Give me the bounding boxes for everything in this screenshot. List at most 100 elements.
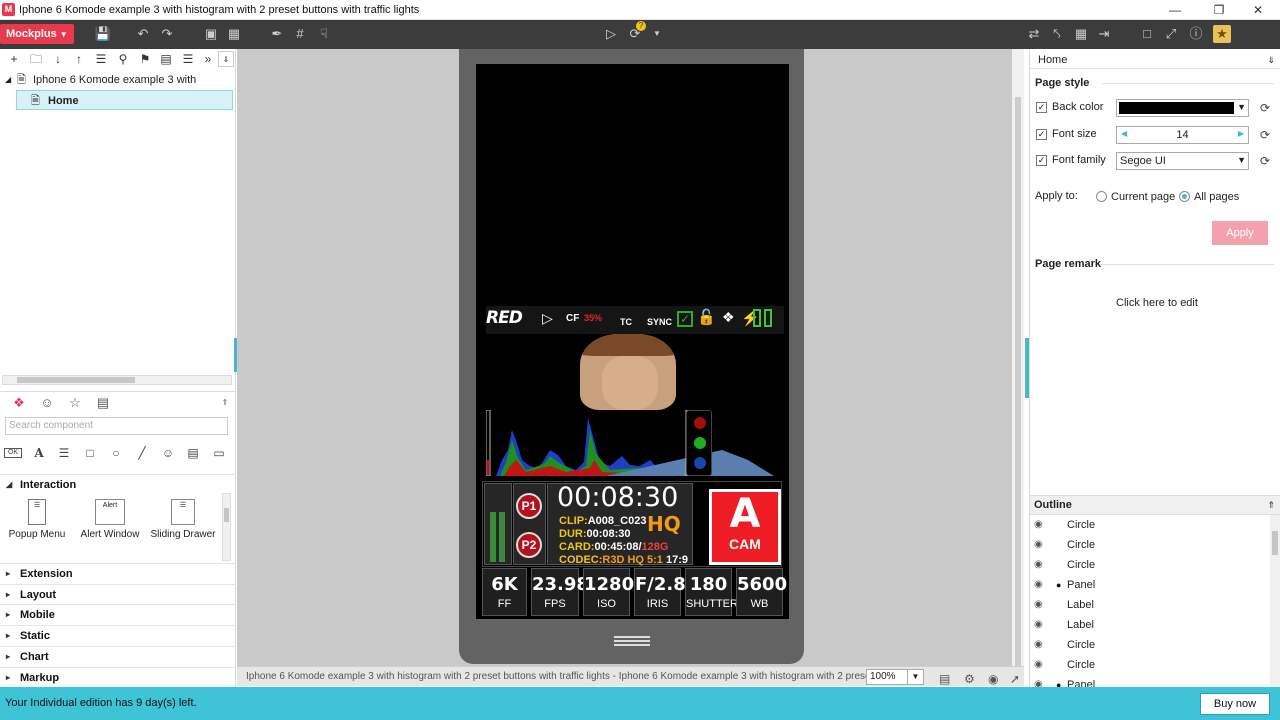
preset-1-button[interactable]: P1	[516, 493, 542, 519]
back-color-checkbox[interactable]: ✓	[1036, 102, 1047, 113]
settings-icon[interactable]: ⚙	[964, 669, 975, 689]
chevron-down-icon[interactable]: ▼	[648, 25, 666, 43]
section-layout[interactable]: ▸ Layout	[0, 584, 236, 604]
outline-row[interactable]: ◉ ● Panel	[1030, 575, 1270, 595]
text-shape-icon[interactable]: A	[30, 445, 48, 461]
line-shape-icon[interactable]: ╱	[133, 445, 151, 461]
input-shape-icon[interactable]: ▭	[210, 445, 228, 461]
eye-icon[interactable]: ◉	[1034, 555, 1043, 575]
format-brush-icon[interactable]: ✒	[268, 25, 286, 43]
increment-icon[interactable]: ▶	[1238, 129, 1244, 138]
templates-tab-icon[interactable]: ▤	[94, 395, 112, 411]
circle-shape-icon[interactable]: ○	[107, 445, 125, 461]
preview-play-icon[interactable]: ▷	[602, 25, 620, 43]
save-icon[interactable]: 💾	[94, 25, 112, 43]
remark-edit-area[interactable]: Click here to edit	[1116, 297, 1198, 309]
chevron-down-icon[interactable]: ▼	[907, 670, 923, 684]
eye-icon[interactable]: ◉	[1034, 575, 1043, 595]
component-library-icon[interactable]: ▦	[1072, 25, 1090, 43]
eye-icon[interactable]: ◉	[1034, 595, 1043, 615]
add-folder-icon[interactable]: 🗀	[28, 51, 44, 67]
help-icon[interactable]: ⓘ	[1187, 25, 1205, 43]
sliding-drawer-component[interactable]: ☰ Sliding Drawer	[148, 499, 218, 540]
phone-screen[interactable]: RED ▷ CF 35% TC SYNC ✓ 🔓 ❖ ⚡ P1 P2 00:08…	[476, 64, 789, 619]
undo-icon[interactable]: ↶	[134, 25, 152, 43]
move-up-icon[interactable]: ↑	[71, 51, 87, 67]
canvas-scroll-thumb[interactable]	[1015, 97, 1021, 685]
chevron-down-icon[interactable]: ◢	[5, 70, 11, 90]
reset-icon[interactable]: ⟳	[1258, 128, 1272, 142]
search-component-input[interactable]: Search component	[5, 417, 228, 435]
design-canvas[interactable]: RED ▷ CF 35% TC SYNC ✓ 🔓 ❖ ⚡ P1 P2 00:08…	[237, 49, 1012, 666]
collapse-icon[interactable]: ⇑	[216, 395, 234, 411]
all-pages-radio[interactable]	[1179, 191, 1190, 202]
section-mobile[interactable]: ▸ Mobile	[0, 604, 236, 624]
font-family-select[interactable]: Segoe UI ▼	[1116, 152, 1249, 170]
stat-iso[interactable]: 1280 ISO	[583, 568, 634, 616]
canvas-scrollbar[interactable]	[1012, 49, 1024, 685]
stat-shutter[interactable]: 180 SHUTTER	[685, 568, 738, 616]
sitemap-icon[interactable]: ☰	[93, 51, 109, 67]
eye-icon[interactable]: ◉	[1034, 655, 1043, 675]
reset-icon[interactable]: ⟳	[1258, 101, 1272, 115]
icons-tab-icon[interactable]: ☺	[38, 395, 56, 411]
stat-resolution[interactable]: 6K FF	[482, 568, 527, 616]
font-size-checkbox[interactable]: ✓	[1036, 129, 1047, 140]
page-home[interactable]: 🗎 Home	[16, 90, 233, 110]
collapse-icon[interactable]: ⇑	[1267, 496, 1275, 514]
restore-icon[interactable]: ❐	[1204, 2, 1234, 18]
preset-2-button[interactable]: P2	[516, 532, 542, 558]
notification-icon[interactable]: ★	[1213, 25, 1231, 43]
tree-scroll-thumb[interactable]	[17, 377, 135, 383]
eye-icon[interactable]: ◉	[1034, 535, 1043, 555]
add-page-icon[interactable]: +	[6, 51, 22, 67]
section-interaction[interactable]: ◢ Interaction	[0, 474, 236, 494]
collapse-icon[interactable]: ⇓	[1267, 51, 1275, 69]
swap-icon[interactable]: ⇄	[1025, 25, 1043, 43]
minimize-icon[interactable]: —	[1160, 2, 1190, 18]
outline-row[interactable]: ◉ Circle	[1030, 555, 1270, 575]
ungroup-icon[interactable]: ▦	[225, 25, 243, 43]
window-mode-icon[interactable]: □	[1138, 25, 1156, 43]
favorites-tab-icon[interactable]: ☆	[66, 395, 84, 411]
button-shape-icon[interactable]: OK	[4, 448, 22, 458]
font-family-checkbox[interactable]: ✓	[1036, 155, 1047, 166]
eye-icon[interactable]: ◉	[988, 669, 998, 689]
eye-icon[interactable]: ◉	[1034, 515, 1043, 535]
search-icon[interactable]: ⚲	[115, 51, 131, 67]
outline-row[interactable]: ◉ Label	[1030, 595, 1270, 615]
font-size-stepper[interactable]: ◀ 14 ▶	[1116, 126, 1249, 144]
menu-lines-icon[interactable]	[614, 636, 650, 646]
share-icon[interactable]: ⤣	[1048, 25, 1066, 43]
apply-button[interactable]: Apply	[1212, 221, 1268, 245]
export-icon[interactable]: ⇥	[1095, 25, 1113, 43]
back-color-picker[interactable]: ▼	[1116, 99, 1249, 117]
outline-scroll-thumb[interactable]	[1272, 531, 1278, 555]
outline-scrollbar[interactable]	[1270, 515, 1280, 687]
interaction-icon[interactable]: ☟	[315, 25, 333, 43]
reset-icon[interactable]: ⟳	[1258, 154, 1272, 168]
popup-menu-component[interactable]: ☰ Popup Menu	[2, 499, 72, 540]
components-scrollbar[interactable]	[222, 493, 231, 561]
outline-row[interactable]: ◉ Label	[1030, 615, 1270, 635]
tree-scrollbar[interactable]	[2, 375, 232, 385]
more-icon[interactable]: »	[200, 51, 216, 67]
stat-fps[interactable]: 23.98 FPS	[531, 568, 589, 616]
eye-icon[interactable]: ◉	[1034, 615, 1043, 635]
section-markup[interactable]: ▸ Markup	[0, 667, 236, 687]
section-chart[interactable]: ▸ Chart	[0, 646, 236, 666]
section-static[interactable]: ▸ Static	[0, 625, 236, 645]
alert-window-component[interactable]: Alert Alert Window	[75, 499, 145, 540]
collapse-icon[interactable]: ⇓	[218, 51, 234, 67]
page-list-icon[interactable]: ▤	[158, 51, 174, 67]
group-icon[interactable]: ▣	[202, 25, 220, 43]
stat-iris[interactable]: F/2.8 IRIS	[634, 568, 686, 616]
components-scroll-thumb[interactable]	[224, 508, 229, 522]
chevron-down-icon[interactable]: ▼	[1237, 155, 1246, 165]
eye-icon[interactable]: ◉	[1034, 675, 1043, 687]
outline-row[interactable]: ◉ Circle	[1030, 655, 1270, 675]
paragraph-shape-icon[interactable]: ☰	[55, 445, 73, 461]
fullscreen-icon[interactable]: ⤢	[1162, 25, 1180, 43]
outline-row[interactable]: ◉ ● Panel	[1030, 675, 1270, 687]
image-shape-icon[interactable]: ▤	[184, 445, 202, 461]
